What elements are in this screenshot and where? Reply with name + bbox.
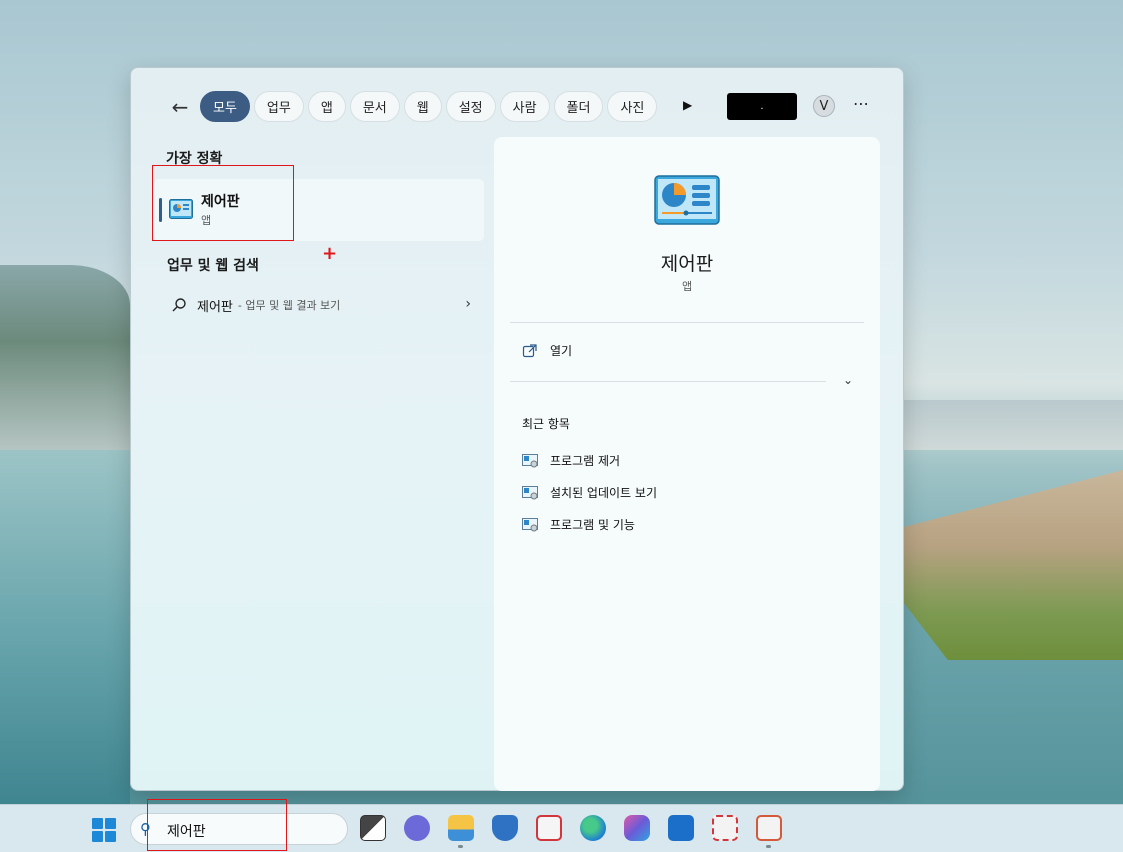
recent-item-label: 설치된 업데이트 보기 (550, 486, 657, 500)
edge-icon[interactable] (580, 815, 606, 841)
recent-item-label: 프로그램 제거 (550, 454, 621, 468)
open-external-icon (522, 343, 537, 357)
highlight-box (147, 799, 287, 851)
control-panel-applet-icon (522, 453, 538, 467)
recent-item[interactable]: 프로그램 및 기능 (522, 516, 635, 533)
tab-web[interactable]: 웹 (403, 91, 442, 122)
tab-all[interactable]: 모두 (200, 91, 250, 122)
control-panel-applet-icon (522, 485, 538, 499)
web-search-hint: - 업무 및 웹 결과 보기 (237, 299, 341, 312)
search-icon (172, 298, 186, 312)
search-panel: ← 모두 업무 앱 문서 웹 설정 사람 폴더 사진 ▶ . V ⋯ 가장 정확… (130, 67, 904, 791)
wallpaper-hill (0, 265, 130, 455)
sync-app-icon[interactable] (536, 815, 562, 841)
security-icon[interactable] (492, 815, 518, 841)
highlight-box (152, 165, 294, 241)
control-panel-applet-icon (522, 517, 538, 531)
windows-start-icon[interactable] (92, 818, 116, 842)
detail-app-name: 제어판 (660, 253, 714, 275)
web-search-result[interactable]: 제어판 - 업무 및 웹 결과 보기 › (171, 294, 471, 316)
recent-item-label: 프로그램 및 기능 (550, 518, 635, 532)
recent-heading: 최근 항목 (522, 417, 570, 431)
open-action[interactable]: 열기 (522, 342, 572, 359)
powerpoint-icon[interactable] (756, 815, 782, 841)
recent-item[interactable]: 프로그램 제거 (522, 452, 620, 469)
running-indicator (458, 845, 463, 848)
tab-apps[interactable]: 앱 (307, 91, 346, 122)
task-view-icon[interactable] (360, 815, 386, 841)
filter-tabs: 모두 업무 앱 문서 웹 설정 사람 폴더 사진 (200, 91, 658, 122)
wallpaper-distant-hill (904, 400, 1123, 450)
tab-work[interactable]: 업무 (253, 91, 304, 122)
back-arrow-icon[interactable]: ← (167, 94, 193, 120)
tab-settings[interactable]: 설정 (445, 91, 496, 122)
avatar[interactable]: V (813, 95, 835, 117)
snipping-tool-icon[interactable] (712, 815, 738, 841)
wallpaper-grass (904, 470, 1123, 660)
tab-folders[interactable]: 폴더 (553, 91, 604, 122)
wallpaper-water (0, 450, 130, 804)
divider (510, 381, 826, 382)
divider (510, 322, 864, 323)
copilot-icon[interactable] (624, 815, 650, 841)
teams-chat-icon[interactable] (404, 815, 430, 841)
file-explorer-icon[interactable] (448, 815, 474, 841)
detail-pane: 제어판 앱 열기 ⌄ 최근 항목 프로그램 제거 설치된 업데이트 보기 프로그… (494, 137, 880, 791)
control-panel-icon (654, 175, 720, 225)
web-search-heading: 업무 및 웹 검색 (167, 258, 259, 274)
taskbar: ⚲ 제어판 (0, 799, 1123, 852)
mail-icon[interactable] (668, 815, 694, 841)
web-search-query: 제어판 (197, 299, 233, 315)
chevron-down-icon[interactable]: ⌄ (843, 373, 853, 387)
filter-bar: ← 모두 업무 앱 문서 웹 설정 사람 폴더 사진 ▶ . V ⋯ (131, 90, 903, 124)
running-indicator (766, 845, 771, 848)
cursor-crosshair: + (322, 243, 338, 264)
tab-documents[interactable]: 문서 (349, 91, 400, 122)
play-icon[interactable]: ▶ (683, 98, 697, 114)
open-label: 열기 (550, 344, 573, 358)
tab-photos[interactable]: 사진 (607, 91, 658, 122)
more-options-icon[interactable]: ⋯ (853, 94, 869, 113)
detail-app-type: 앱 (681, 280, 693, 293)
tab-people[interactable]: 사람 (499, 91, 550, 122)
chevron-right-icon: › (465, 296, 471, 312)
redacted-account-label: . (727, 93, 797, 120)
recent-item[interactable]: 설치된 업데이트 보기 (522, 484, 657, 501)
